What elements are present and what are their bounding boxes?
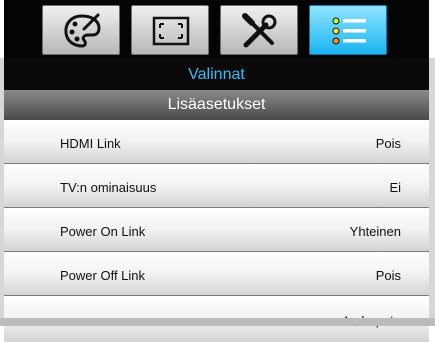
list-icon [332, 17, 366, 45]
row-power-off-link[interactable]: Power Off Link Pois [4, 252, 429, 296]
screen-resize-icon [152, 16, 190, 46]
tab-bar [4, 0, 429, 58]
row-power-on-link[interactable]: Power On Link Yhteinen [4, 208, 429, 252]
row-tv-feature[interactable]: TV:n ominaisuus Ei [4, 164, 429, 208]
frame-right-edge [429, 58, 435, 326]
tab-options[interactable] [309, 5, 387, 55]
settings-list: HDMI Link Pois TV:n ominaisuus Ei Power … [4, 120, 429, 342]
tab-image[interactable] [131, 5, 209, 55]
row-label: TV:n ominaisuus [60, 180, 157, 195]
frame-bottom-edge [0, 318, 435, 326]
row-value: Ei [389, 180, 401, 195]
row-label: Power On Link [60, 224, 146, 239]
submenu-title: Lisäasetukset [4, 90, 429, 120]
row-label: Power Off Link [60, 268, 146, 283]
row-hdmi-link[interactable]: HDMI Link Pois [4, 120, 429, 164]
row-label: HDMI Link [60, 136, 121, 151]
row-value: Pois [375, 268, 401, 283]
row-value: Pois [375, 136, 401, 151]
menu-title: Valinnat [4, 58, 429, 90]
row-value: Yhteinen [349, 224, 401, 239]
tab-setup[interactable] [220, 5, 298, 55]
palette-icon [64, 13, 101, 48]
osd-menu: Valinnat Lisäasetukset HDMI Link Pois TV… [0, 0, 435, 342]
tools-icon [242, 13, 277, 48]
tab-display[interactable] [42, 5, 120, 55]
